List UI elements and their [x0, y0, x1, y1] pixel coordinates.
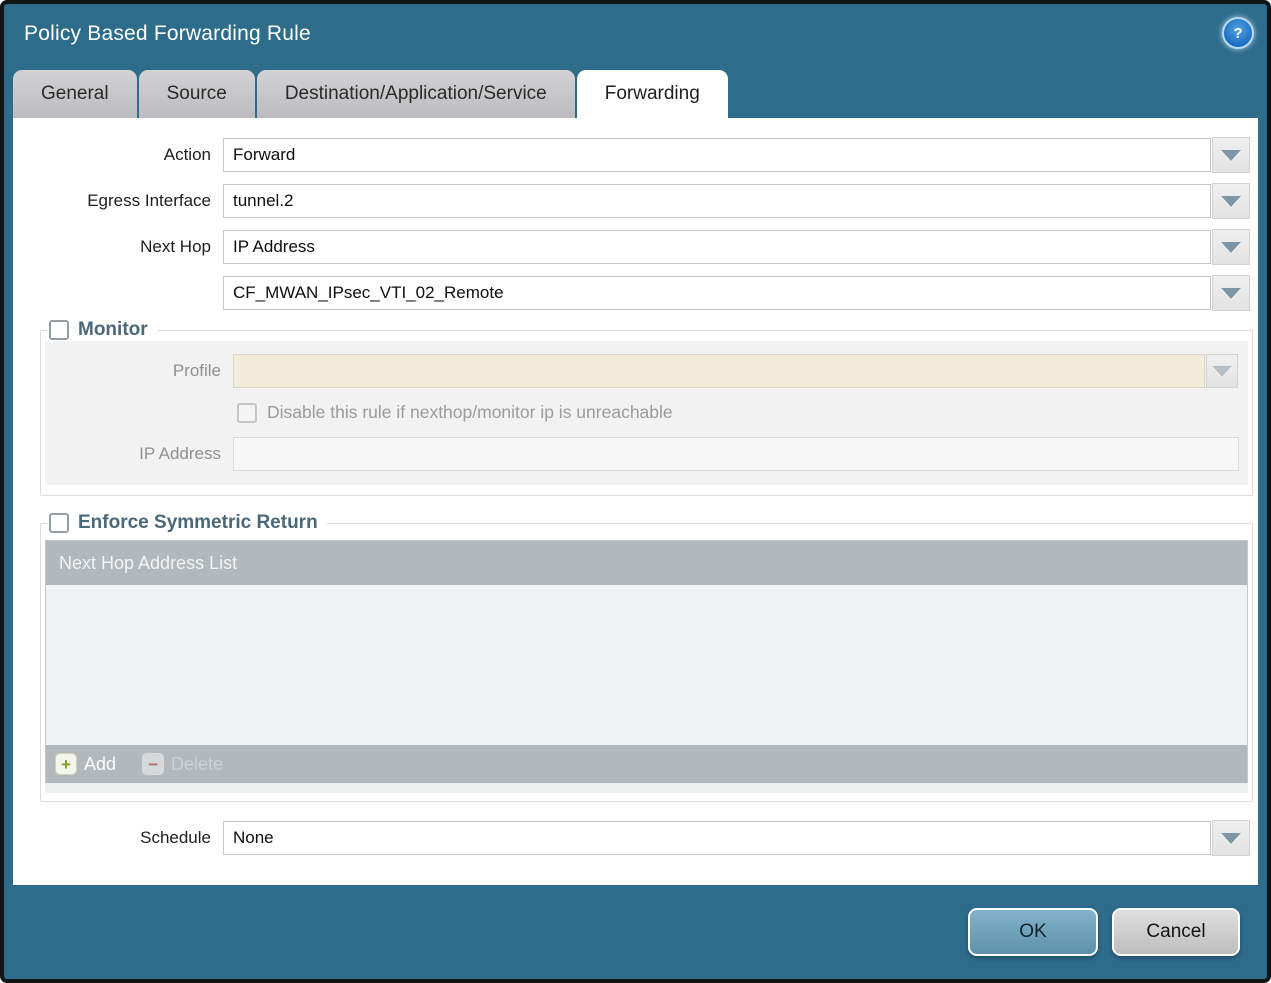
monitor-group: Monitor Profile Disable this rule if nex…	[40, 319, 1253, 496]
next-hop-address-row	[13, 275, 1250, 311]
dialog-titlebar: Policy Based Forwarding Rule ?	[4, 4, 1267, 70]
action-label: Action	[13, 145, 223, 165]
monitor-profile-row: Profile	[45, 354, 1248, 388]
disable-rule-checkbox	[237, 403, 257, 423]
plus-icon: +	[55, 753, 77, 775]
monitor-ip-address-row: IP Address	[45, 437, 1248, 471]
monitor-title: Monitor	[78, 319, 148, 341]
table-bottom-strip	[45, 783, 1248, 793]
next-hop-label: Next Hop	[13, 237, 223, 257]
add-button-label: Add	[84, 754, 116, 775]
enforce-symmetric-return-legend: Enforce Symmetric Return	[47, 512, 327, 534]
monitor-ip-address-input	[233, 437, 1239, 471]
chevron-down-icon	[1221, 242, 1241, 253]
egress-interface-dropdown-button[interactable]	[1212, 183, 1250, 219]
cancel-button[interactable]: Cancel	[1112, 908, 1240, 956]
action-input[interactable]	[223, 138, 1211, 172]
chevron-down-icon	[1221, 833, 1241, 844]
add-button[interactable]: + Add	[55, 753, 116, 775]
profile-dropdown-button	[1206, 354, 1238, 388]
action-dropdown-button[interactable]	[1212, 137, 1250, 173]
next-hop-address-list-header: Next Hop Address List	[46, 541, 1247, 585]
next-hop-address-table: Next Hop Address List + Add − Delete	[45, 540, 1248, 783]
tab-destination-application-service[interactable]: Destination/Application/Service	[257, 70, 575, 118]
enforce-symmetric-return-group: Enforce Symmetric Return Next Hop Addres…	[40, 512, 1253, 802]
next-hop-address-list-body[interactable]	[46, 585, 1247, 745]
policy-based-forwarding-dialog: Policy Based Forwarding Rule ? General S…	[0, 0, 1271, 983]
enforce-symmetric-return-checkbox[interactable]	[49, 513, 69, 533]
help-icon[interactable]: ?	[1222, 17, 1254, 49]
dialog-footer: OK Cancel	[4, 885, 1267, 979]
chevron-down-icon	[1221, 288, 1241, 299]
monitor-checkbox[interactable]	[49, 320, 69, 340]
minus-icon: −	[142, 753, 164, 775]
egress-interface-label: Egress Interface	[13, 191, 223, 211]
schedule-label: Schedule	[13, 828, 223, 848]
profile-input	[233, 354, 1205, 388]
schedule-dropdown-button[interactable]	[1212, 820, 1250, 856]
enforce-symmetric-return-title: Enforce Symmetric Return	[78, 512, 318, 534]
disable-rule-label: Disable this rule if nexthop/monitor ip …	[267, 402, 673, 423]
ok-button[interactable]: OK	[968, 908, 1098, 956]
forwarding-tab-panel: Action Egress Interface Next Hop	[13, 118, 1258, 885]
profile-label: Profile	[45, 361, 233, 381]
schedule-row: Schedule	[13, 820, 1250, 856]
next-hop-row: Next Hop	[13, 229, 1250, 265]
monitor-ip-address-label: IP Address	[45, 444, 233, 464]
egress-interface-input[interactable]	[223, 184, 1211, 218]
tab-forwarding[interactable]: Forwarding	[577, 70, 728, 118]
delete-button: − Delete	[142, 753, 223, 775]
schedule-input[interactable]	[223, 821, 1211, 855]
chevron-down-icon	[1212, 366, 1232, 377]
next-hop-type-dropdown-button[interactable]	[1212, 229, 1250, 265]
tab-source[interactable]: Source	[139, 70, 255, 118]
footer-buttons: OK Cancel	[968, 908, 1240, 956]
tab-general[interactable]: General	[13, 70, 137, 118]
next-hop-address-input[interactable]	[223, 276, 1211, 310]
delete-button-label: Delete	[171, 754, 223, 775]
dialog-title: Policy Based Forwarding Rule	[24, 22, 311, 46]
monitor-legend: Monitor	[47, 319, 157, 341]
chevron-down-icon	[1221, 196, 1241, 207]
action-row: Action	[13, 137, 1250, 173]
next-hop-type-input[interactable]	[223, 230, 1211, 264]
monitor-disable-rule-row: Disable this rule if nexthop/monitor ip …	[45, 402, 1248, 423]
tab-bar: General Source Destination/Application/S…	[13, 70, 728, 118]
monitor-panel: Profile Disable this rule if nexthop/mon…	[45, 341, 1248, 485]
next-hop-address-list-toolbar: + Add − Delete	[46, 745, 1247, 783]
next-hop-address-dropdown-button[interactable]	[1212, 275, 1250, 311]
chevron-down-icon	[1221, 150, 1241, 161]
egress-interface-row: Egress Interface	[13, 183, 1250, 219]
